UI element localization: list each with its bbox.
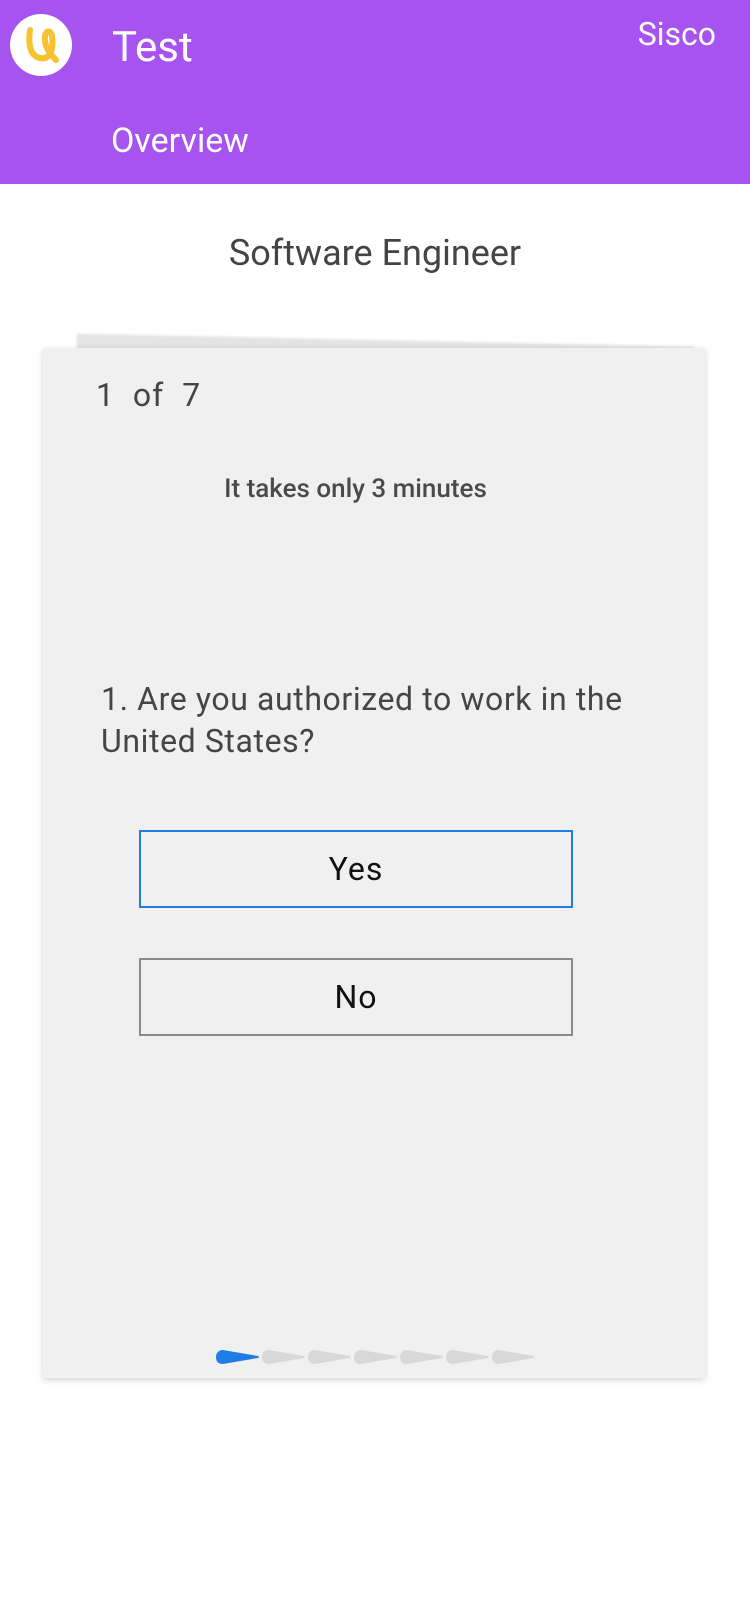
progress-dot [400,1350,443,1364]
question-counter: 1 of 7 [96,376,202,414]
progress-dot [308,1350,351,1364]
progress-dot [446,1350,489,1364]
answer-yes-button[interactable]: Yes [139,830,573,908]
company-name: Sisco [637,15,716,53]
progress-dot [492,1350,535,1364]
question-text: 1. Are you authorized to work in the Uni… [101,680,623,760]
tab-overview[interactable]: Overview [111,120,249,162]
progress-indicator [215,1349,535,1365]
question-card: 1 of 7 It takes only 3 minutes 1. Are yo… [43,348,705,1378]
progress-dot [262,1350,305,1364]
answer-no-button[interactable]: No [139,958,573,1036]
app-header: Test Sisco Overview [0,0,750,184]
app-logo-icon[interactable] [10,14,72,76]
job-title: Software Engineer [228,232,522,274]
progress-dot [354,1350,397,1364]
duration-hint: It takes only 3 minutes [224,474,487,504]
app-title: Test [112,23,193,72]
progress-dot-active [216,1350,259,1364]
